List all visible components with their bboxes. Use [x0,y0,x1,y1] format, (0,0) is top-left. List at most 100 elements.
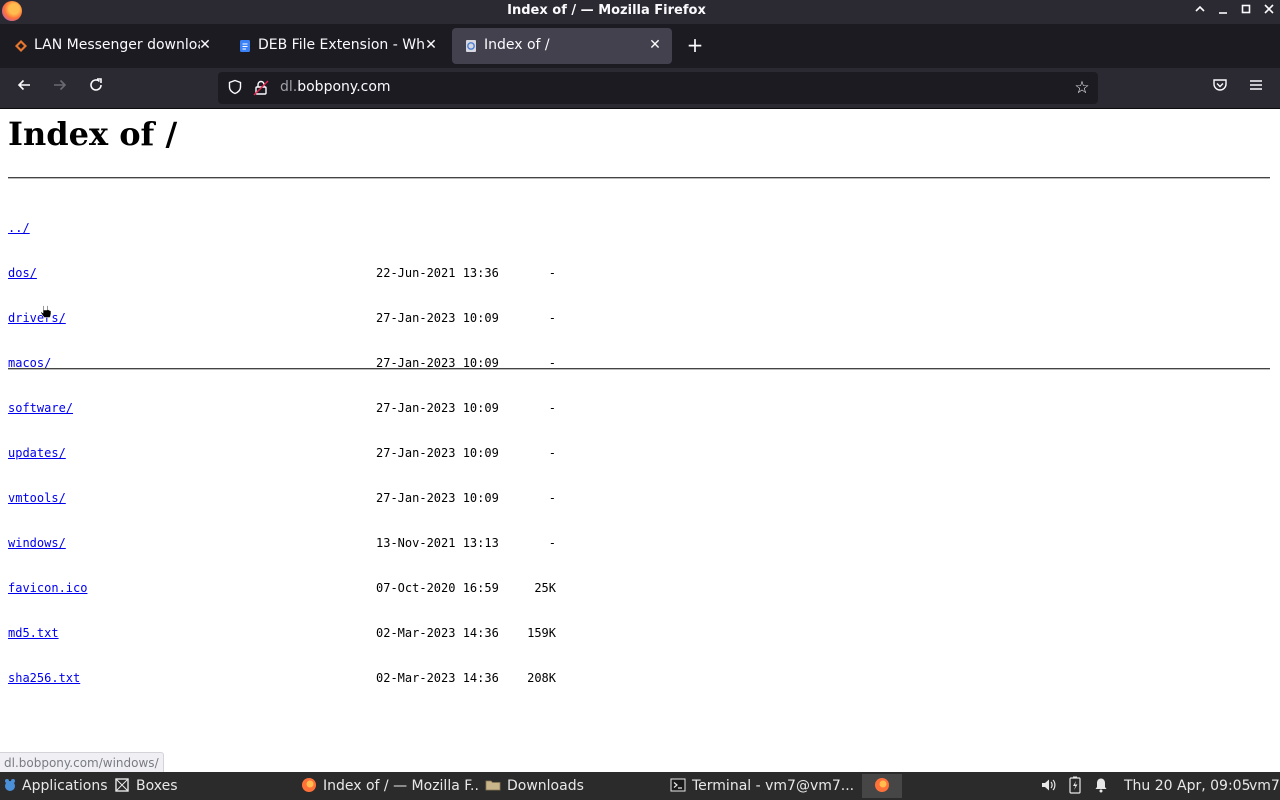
window-titlebar: Index of / — Mozilla Firefox [0,0,1280,24]
tab-deb-file-extension[interactable]: DEB File Extension - Wha ✕ [226,28,448,64]
firefox-icon [302,778,316,792]
tracking-shield-icon[interactable] [226,79,244,97]
entry-date: 22-Jun-2021 13:36 [376,266,499,280]
taskbar-firefox-launcher[interactable] [862,774,902,798]
entry-link[interactable]: dos/ [8,266,37,280]
entry-size: - [548,446,556,460]
status-link-preview: dl.bobpony.com/windows/ [0,752,164,773]
entry-link[interactable]: sha256.txt [8,671,80,685]
entry-link[interactable]: drivers/ [8,311,66,325]
entry-size: 159K [527,626,556,640]
parent-directory-link[interactable]: ../ [8,221,30,235]
taskbar: Applications Boxes Index of / — Mozilla … [0,772,1280,800]
taskbar-item-downloads[interactable]: Downloads [485,774,661,798]
document-icon [240,40,250,52]
taskbar-item-terminal[interactable]: Terminal - vm7@vm7... [670,774,856,798]
hand-cursor-icon [40,304,52,318]
entry-link[interactable]: md5.txt [8,626,59,640]
entry-size: - [548,266,556,280]
page-icon [466,40,476,52]
page-content: Index of / ../ dos/22-Jun-2021 13:36 - dr… [0,109,1280,772]
listing-row: vmtools/27-Jan-2023 10:09 - [8,491,556,506]
window-title: Index of / — Mozilla Firefox [507,3,706,18]
parent-directory-row: ../ [8,221,87,236]
url-domain: bobpony.com [297,79,391,95]
entry-size: 25K [534,581,556,595]
boxes-label: Boxes [136,778,178,794]
folder-icon [485,780,501,791]
terminal-label: Terminal - vm7@vm7... [692,778,855,794]
top-divider [8,177,1270,179]
bookmark-star-icon[interactable]: ☆ [1072,78,1092,98]
firefox-window-label: Index of / — Mozilla F... [323,778,479,794]
url-subdomain: dl. [280,79,298,95]
reload-icon[interactable] [84,76,108,100]
tab-label: LAN Messenger downloa [34,37,200,53]
entry-date: 27-Jan-2023 10:09 [376,311,499,325]
entry-date: 07-Oct-2020 16:59 [376,581,499,595]
entry-date: 02-Mar-2023 14:36 [376,626,499,640]
forward-icon[interactable] [48,76,72,100]
insecure-lock-icon[interactable] [252,79,270,97]
listing-row: sha256.txt 02-Mar-2023 14:36 208K [8,671,556,686]
taskbar-item-firefox[interactable]: Index of / — Mozilla F... [299,774,479,798]
entry-date: 13-Nov-2021 13:13 [376,536,499,550]
entry-link[interactable]: updates/ [8,446,66,460]
minimize-button[interactable] [1213,2,1233,22]
applications-label: Applications [22,778,108,794]
tab-label: DEB File Extension - Wha [258,37,424,53]
firefox-icon [875,778,889,792]
page-heading: Index of / [8,115,178,153]
back-icon[interactable] [12,76,36,100]
entry-date: 27-Jan-2023 10:09 [376,491,499,505]
entry-date: 27-Jan-2023 10:09 [376,446,499,460]
xfce-mouse-icon [5,779,15,791]
terminal-icon [670,778,686,792]
boxes-icon [115,778,129,792]
listing-row: md5.txt 02-Mar-2023 14:36 159K [8,626,556,641]
entry-size: - [548,536,556,550]
entry-size: - [548,401,556,415]
applications-menu-button[interactable]: Applications [2,774,110,798]
maximize-up-icon[interactable] [1190,2,1210,22]
listing-row: updates/27-Jan-2023 10:09 - [8,446,556,461]
tab-index-of[interactable]: Index of / ✕ [452,28,672,64]
listing-row: dos/22-Jun-2021 13:36 - [8,266,556,281]
entry-link[interactable]: favicon.ico [8,581,87,595]
close-window-button[interactable] [1259,2,1279,22]
notification-bell-icon[interactable] [1094,774,1110,798]
address-bar[interactable]: dl.bobpony.com ☆ [218,72,1098,104]
listing-row: software/27-Jan-2023 10:09 - [8,401,556,416]
entry-link[interactable]: windows/ [8,536,66,550]
tab-strip: LAN Messenger downloa ✕ DEB File Extensi… [0,24,1280,68]
entry-link[interactable]: vmtools/ [8,491,66,505]
new-tab-icon[interactable]: + [683,33,707,57]
navigation-toolbar: dl.bobpony.com ☆ [0,68,1280,109]
entry-date: 02-Mar-2023 14:36 [376,671,499,685]
url-text[interactable]: dl.bobpony.com [280,79,391,95]
directory-listing: ../ dos/22-Jun-2021 13:36 - drivers/27-Ja… [8,191,556,716]
taskbar-item-boxes[interactable]: Boxes [114,774,290,798]
clock[interactable]: Thu 20 Apr, 09:05 [1124,774,1250,798]
volume-icon[interactable] [1040,774,1058,798]
pocket-icon[interactable] [1208,76,1232,100]
close-tab-icon[interactable]: ✕ [422,36,440,54]
user-label[interactable]: vm7 [1249,774,1280,798]
maximize-button[interactable] [1236,2,1256,22]
battery-icon[interactable] [1068,774,1084,798]
tab-lan-messenger[interactable]: LAN Messenger downloa ✕ [2,28,222,64]
entry-size: 208K [527,671,556,685]
tab-label: Index of / [484,37,550,53]
entry-link[interactable]: software/ [8,401,73,415]
entry-size: - [548,311,556,325]
listing-row: windows/13-Nov-2021 13:13 - [8,536,556,551]
listing-row: favicon.ico 07-Oct-2020 16:59 25K [8,581,556,596]
entry-size: - [548,491,556,505]
entry-date: 27-Jan-2023 10:09 [376,401,499,415]
hamburger-menu-icon[interactable] [1244,76,1268,100]
downloads-label: Downloads [507,778,584,794]
bottom-divider [8,368,1270,370]
lan-messenger-icon [15,40,27,52]
close-tab-icon[interactable]: ✕ [646,36,664,54]
close-tab-icon[interactable]: ✕ [196,36,214,54]
